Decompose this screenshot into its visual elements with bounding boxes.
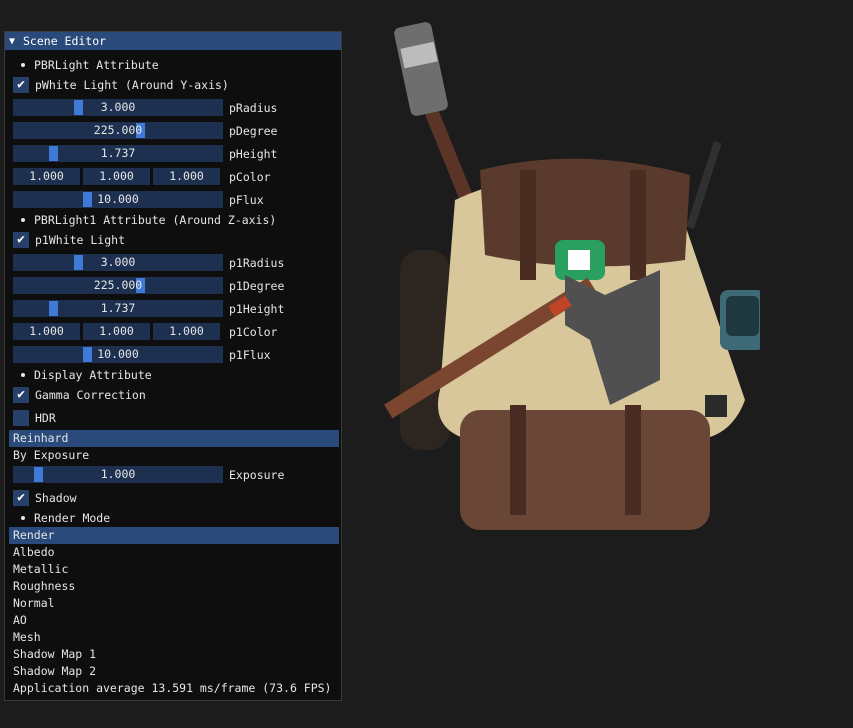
p1radius-value: 3.000 (100, 255, 136, 269)
hdr-label: HDR (35, 411, 56, 425)
render-mode-option-albedo[interactable]: Albedo (13, 544, 55, 561)
pcolor-g-field[interactable]: 1.000 (83, 168, 150, 185)
pflux-slider[interactable]: 10.000 (13, 191, 223, 208)
p1radius-label: p1Radius (229, 256, 285, 270)
p1color-b-field[interactable]: 1.000 (153, 323, 220, 340)
p1degree-value: 225.000 (93, 278, 143, 292)
shadow-checkbox[interactable]: ✔ (13, 490, 29, 506)
gamma-checkbox[interactable]: ✔ (13, 387, 29, 403)
render-mode-option-metallic[interactable]: Metallic (13, 561, 68, 578)
render-mode-option-roughness[interactable]: Roughness (13, 578, 75, 595)
pwhite-light-checkbox[interactable]: ✔ (13, 77, 29, 93)
p1color-r-field[interactable]: 1.000 (13, 323, 80, 340)
collapse-triangle-icon[interactable]: ▼ (9, 36, 23, 47)
gamma-label: Gamma Correction (35, 388, 146, 402)
display-section-label: Display Attribute (34, 368, 152, 382)
scene-editor-window[interactable]: ▼ Scene Editor PBRLight Attribute ✔ pWhi… (4, 31, 342, 701)
p1white-light-checkbox-row[interactable]: ✔ p1White Light (5, 230, 341, 250)
pheight-label: pHeight (229, 147, 278, 161)
p1height-slider[interactable]: 1.737 (13, 300, 223, 317)
pradius-label: pRadius (229, 101, 278, 115)
p1white-light-label: p1White Light (35, 233, 126, 247)
tonemap-option-by-exposure[interactable]: By Exposure (13, 447, 89, 464)
hdr-checkbox[interactable] (13, 410, 29, 426)
pbrlight1-section-label: PBRLight1 Attribute (Around Z-axis) (34, 213, 277, 227)
render-mode-section-label: Render Mode (34, 511, 111, 525)
exposure-value: 1.000 (100, 467, 136, 481)
rendered-backpack-model (383, 22, 760, 530)
bullet-icon (21, 373, 25, 377)
render-mode-option-mesh[interactable]: Mesh (13, 629, 41, 646)
hdr-checkbox-row[interactable]: HDR (5, 408, 341, 428)
render-mode-option-ao[interactable]: AO (13, 612, 27, 629)
render-mode-selected[interactable]: Render (9, 527, 339, 544)
shadow-checkbox-row[interactable]: ✔ Shadow (5, 488, 341, 508)
p1height-label: p1Height (229, 302, 285, 316)
render-mode-option-normal[interactable]: Normal (13, 595, 55, 612)
tonemap-header[interactable]: Reinhard (9, 430, 339, 447)
p1flux-value: 10.000 (97, 347, 139, 361)
p1color-g-field[interactable]: 1.000 (83, 323, 150, 340)
exposure-slider[interactable]: 1.000 (13, 466, 223, 483)
display-section: Display Attribute (5, 365, 341, 385)
pbrlight-section: PBRLight Attribute (5, 55, 341, 75)
pcolor-label: pColor (229, 170, 271, 184)
render-mode-option-shadow-map-2[interactable]: Shadow Map 2 (13, 663, 96, 680)
p1radius-slider[interactable]: 3.000 (13, 254, 223, 271)
p1degree-slider[interactable]: 225.000 (13, 277, 223, 294)
pdegree-slider[interactable]: 225.000 (13, 122, 223, 139)
pradius-value: 3.000 (100, 100, 136, 114)
pheight-value: 1.737 (100, 146, 136, 160)
pdegree-value: 225.000 (93, 123, 143, 137)
p1flux-slider[interactable]: 10.000 (13, 346, 223, 363)
p1color-label: p1Color (229, 325, 278, 339)
shadow-label: Shadow (35, 491, 77, 505)
gamma-checkbox-row[interactable]: ✔ Gamma Correction (5, 385, 341, 405)
fps-status-text: Application average 13.591 ms/frame (73.… (13, 681, 332, 695)
pradius-slider[interactable]: 3.000 (13, 99, 223, 116)
pflux-label: pFlux (229, 193, 264, 207)
pbrlight1-section: PBRLight1 Attribute (Around Z-axis) (5, 210, 341, 230)
p1white-light-checkbox[interactable]: ✔ (13, 232, 29, 248)
p1degree-label: p1Degree (229, 279, 285, 293)
pheight-slider[interactable]: 1.737 (13, 145, 223, 162)
pcolor-r-field[interactable]: 1.000 (13, 168, 80, 185)
pflux-value: 10.000 (97, 192, 139, 206)
render-mode-option-shadow-map-1[interactable]: Shadow Map 1 (13, 646, 96, 663)
bullet-icon (21, 218, 25, 222)
p1flux-label: p1Flux (229, 348, 271, 362)
pdegree-label: pDegree (229, 124, 278, 138)
pbrlight-section-label: PBRLight Attribute (34, 58, 159, 72)
bullet-icon (21, 63, 25, 67)
render-mode-section: Render Mode (5, 508, 341, 528)
pwhite-light-label: pWhite Light (Around Y-axis) (35, 78, 229, 92)
window-titlebar[interactable]: ▼ Scene Editor (5, 32, 341, 50)
window-title: Scene Editor (23, 34, 107, 48)
pwhite-light-checkbox-row[interactable]: ✔ pWhite Light (Around Y-axis) (5, 75, 341, 95)
bullet-icon (21, 516, 25, 520)
pcolor-b-field[interactable]: 1.000 (153, 168, 220, 185)
p1height-value: 1.737 (100, 301, 136, 315)
exposure-label: Exposure (229, 468, 285, 482)
